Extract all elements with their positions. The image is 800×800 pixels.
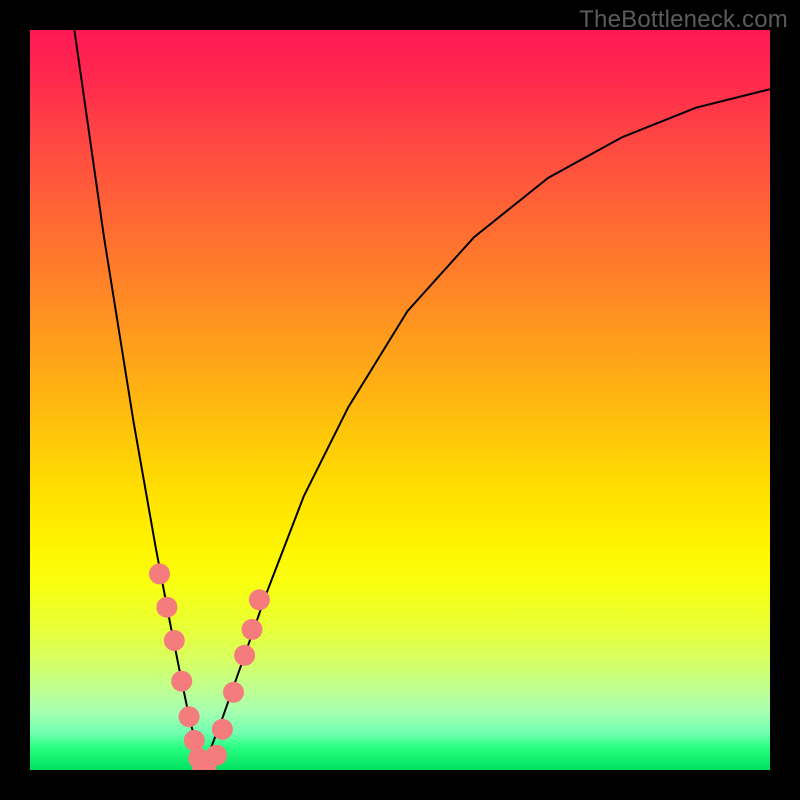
plot-area — [30, 30, 770, 770]
marker-dot — [164, 630, 185, 651]
marker-dot — [234, 645, 255, 666]
marker-dot — [212, 719, 233, 740]
marker-dot — [242, 619, 263, 640]
watermark-text: TheBottleneck.com — [579, 6, 788, 34]
marker-dot — [184, 730, 205, 751]
marker-dot — [249, 589, 270, 610]
curve-left-branch — [74, 30, 202, 770]
chart-canvas: TheBottleneck.com — [0, 0, 800, 800]
marker-dot — [179, 706, 200, 727]
marker-dot — [223, 682, 244, 703]
marker-dot — [171, 671, 192, 692]
marker-dot — [156, 597, 177, 618]
marker-dot — [206, 745, 227, 766]
marker-dots — [149, 563, 270, 770]
curve-overlay — [30, 30, 770, 770]
curve-right-branch — [202, 89, 770, 770]
marker-dot — [149, 563, 170, 584]
